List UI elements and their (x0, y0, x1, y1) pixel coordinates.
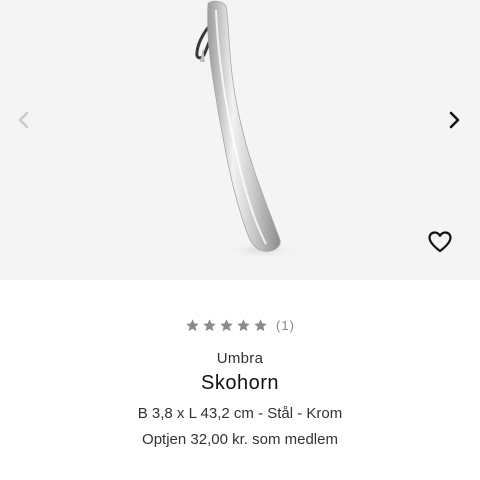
chevron-right-icon (449, 111, 460, 129)
star-icon (186, 319, 199, 332)
previous-image-button[interactable] (10, 106, 38, 134)
star-icon (254, 319, 267, 332)
product-description: B 3,8 x L 43,2 cm - Stål - Krom (137, 405, 343, 422)
product-info: (1) Umbra Skohorn B 3,8 x L 43,2 cm - St… (0, 280, 480, 480)
star-icon (237, 319, 250, 332)
rating-stars (185, 318, 268, 333)
product-rating[interactable]: (1) (0, 318, 480, 333)
star-icon (220, 319, 233, 332)
heart-outline-icon (428, 231, 452, 253)
favorite-button[interactable] (426, 229, 454, 255)
member-offer-text: Optjen 32,00 kr. som medlem (142, 431, 338, 448)
star-icon (203, 319, 216, 332)
product-title: Skohorn (201, 372, 279, 394)
rating-count[interactable]: (1) (276, 318, 295, 333)
product-image-gallery[interactable] (0, 0, 480, 280)
product-brand[interactable]: Umbra (0, 350, 480, 367)
chevron-left-icon (18, 111, 29, 129)
product-image-shoehorn (195, 0, 300, 259)
next-image-button[interactable] (440, 106, 468, 134)
